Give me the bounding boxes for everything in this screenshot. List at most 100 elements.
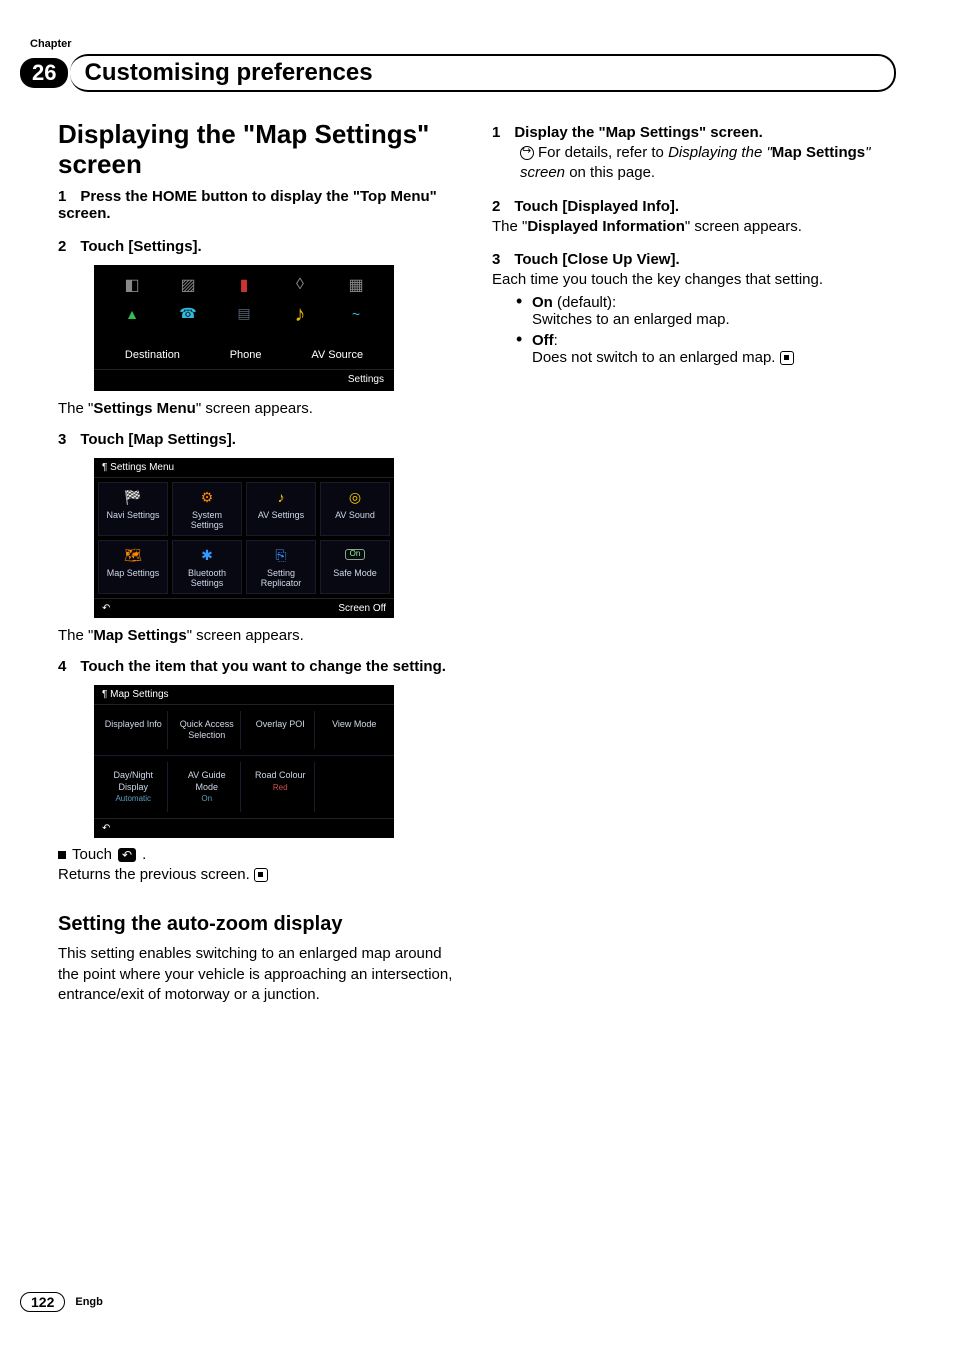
tile-empty — [321, 762, 389, 812]
xref-line: For details, refer to Displaying the "Ma… — [520, 143, 896, 184]
step-text: Display the "Map Settings" screen. — [514, 124, 762, 141]
step-number: 2 — [492, 198, 500, 215]
step-text: Touch [Settings]. — [80, 238, 201, 255]
displayed-info-appears: The "Displayed Information" screen appea… — [492, 217, 896, 237]
tile-label: AV Guide Mode — [188, 770, 226, 791]
caption-map-settings-appears: The "Map Settings" screen appears. — [58, 626, 462, 646]
text: For details, refer to — [538, 144, 668, 161]
option-off: Off: Does not switch to an enlarged map. — [516, 332, 896, 366]
tile-overlay-poi: Overlay POI — [247, 711, 315, 750]
topmenu-label: AV Source — [311, 349, 363, 361]
tile-label: Safe Mode — [323, 569, 387, 579]
speaker-icon: ◎ — [323, 487, 387, 509]
topmenu-icon: ◧ — [120, 273, 144, 297]
step-number: 3 — [58, 431, 66, 448]
text: (default): — [553, 294, 616, 311]
tile-label: Quick Access Selection — [180, 719, 234, 740]
right-column: 1 Display the "Map Settings" screen. For … — [492, 120, 896, 1005]
each-time-text: Each time you touch the key changes that… — [492, 270, 896, 290]
text: Does not switch to an enlarged map. — [532, 349, 775, 366]
text: " screen appears. — [187, 627, 304, 644]
text: . — [142, 846, 146, 863]
tile-label: AV Sound — [323, 511, 387, 521]
tile-navi-settings: 🏁 Navi Settings — [98, 482, 168, 536]
header-title: Customising preferences — [84, 59, 880, 87]
touch-back-note: Touch ↶. — [58, 846, 462, 863]
text-italic: Displaying the " — [668, 144, 772, 161]
tile-label: Navi Settings — [101, 511, 165, 521]
screenshot-title: ¶ Map Settings — [102, 689, 169, 700]
tile-label: AV Settings — [249, 511, 313, 521]
tile-label: Day/Night Display — [113, 770, 153, 791]
map-icon: 🗺 — [101, 545, 165, 567]
screenshot-title: ¶ Settings Menu — [102, 462, 174, 473]
tile-quick-access: Quick Access Selection — [174, 711, 242, 750]
page-footer: 122 Engb — [20, 1292, 103, 1312]
text-bold: Settings Menu — [93, 400, 196, 417]
text: Returns the previous screen. — [58, 866, 250, 883]
chapter-number-badge: 26 — [20, 58, 68, 88]
step-2: 2 Touch [Settings]. — [58, 238, 462, 255]
end-section-icon — [254, 868, 268, 882]
step-4: 4 Touch the item that you want to change … — [58, 658, 462, 675]
phone-icon: ☎ — [177, 303, 199, 325]
step-3: 3 Touch [Map Settings]. — [58, 431, 462, 448]
bullet-square-icon — [58, 851, 66, 859]
tile-label: System Settings — [175, 511, 239, 531]
text: on this page. — [565, 164, 655, 181]
tile-system-settings: ⚙System Settings — [172, 482, 242, 536]
back-icon: ↶ — [102, 823, 110, 834]
step-text: Touch [Map Settings]. — [80, 431, 236, 448]
topmenu-icon: ▮ — [232, 273, 256, 297]
text: On — [345, 549, 366, 560]
text-bold: Map Settings — [93, 627, 186, 644]
flag-icon: 🏁 — [101, 487, 165, 509]
option-name: Off — [532, 332, 554, 349]
tile-label: Overlay POI — [256, 719, 305, 729]
end-section-icon — [780, 351, 794, 365]
tile-sub: Red — [273, 783, 288, 792]
topmenu-icon: ~ — [345, 303, 367, 325]
back-icon: ↶ — [102, 603, 110, 614]
xref-arrow-icon — [520, 146, 534, 160]
gear-icon: ⚙ — [175, 487, 239, 509]
screenshot-settings-menu: ¶ Settings Menu 🏁 Navi Settings ⚙System S… — [94, 458, 462, 618]
tile-label: Map Settings — [101, 569, 165, 579]
tile-road-colour: Road Colour Red — [247, 762, 315, 812]
tile-label: Setting Replicator — [249, 569, 313, 589]
tile-label: Bluetooth Settings — [175, 569, 239, 589]
step-text: Touch the item that you want to change t… — [80, 658, 446, 675]
auto-zoom-body: This setting enables switching to an enl… — [58, 944, 462, 1005]
topmenu-label: Destination — [125, 349, 180, 361]
step-text: Press the HOME button to display the "To… — [58, 188, 437, 222]
section-heading-auto-zoom: Setting the auto-zoom display — [58, 913, 462, 936]
step-number: 4 — [58, 658, 66, 675]
text: Settings Menu — [110, 462, 174, 473]
header-title-wrap: Customising preferences — [70, 54, 896, 92]
step-text: Touch [Displayed Info]. — [514, 198, 679, 215]
navi-icon: ▤ — [233, 303, 255, 325]
screen-off-label: Screen Off — [338, 603, 386, 614]
step-number: 2 — [58, 238, 66, 255]
back-chip-icon: ↶ — [118, 848, 136, 862]
replicator-icon: ⎘ — [249, 545, 313, 567]
tile-view-mode: View Mode — [321, 711, 389, 750]
step-text: Touch [Close Up View]. — [514, 251, 679, 268]
tile-day-night: Day/Night DisplayAutomatic — [100, 762, 168, 812]
step-number: 3 — [492, 251, 500, 268]
chapter-label: Chapter — [30, 38, 72, 50]
topmenu-icon: ▦ — [344, 273, 368, 297]
text: The " — [58, 400, 93, 417]
step-number: 1 — [492, 124, 500, 141]
screenshot-top-menu: ◧ ▨ ▮ ◊ ▦ ▲ ☎ ▤ ♪ ~ Destination — [94, 265, 462, 391]
note-icon: ♪ — [249, 487, 313, 509]
text: Map Settings — [110, 689, 168, 700]
page-number: 122 — [20, 1292, 65, 1312]
chapter-header: 26 Customising preferences — [20, 54, 896, 92]
r-step-1: 1 Display the "Map Settings" screen. — [492, 124, 896, 141]
options-list: On (default): Switches to an enlarged ma… — [516, 294, 896, 366]
text: Touch — [72, 846, 112, 863]
heading-ref: Map Settings — [255, 119, 417, 149]
text: The " — [492, 218, 527, 235]
tile-label: Road Colour — [255, 770, 306, 780]
